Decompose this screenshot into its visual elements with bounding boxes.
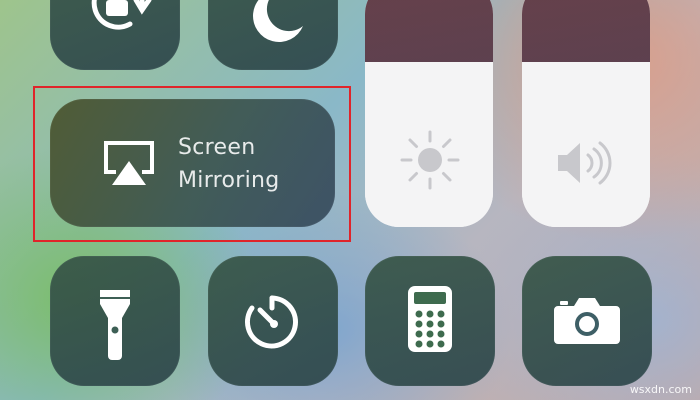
orientation-lock-icon bbox=[91, 0, 152, 30]
highlight-box bbox=[33, 86, 351, 242]
camera-icon bbox=[554, 298, 620, 344]
moon-icon bbox=[253, 0, 303, 42]
camera-button[interactable] bbox=[522, 256, 652, 386]
brightness-track-empty bbox=[365, 0, 493, 62]
sun-icon bbox=[400, 130, 460, 190]
flashlight-icon bbox=[100, 290, 130, 360]
do-not-disturb-toggle[interactable] bbox=[208, 0, 338, 70]
calculator-icon bbox=[408, 286, 452, 352]
volume-track-empty bbox=[522, 0, 650, 62]
timer-button[interactable] bbox=[208, 256, 338, 386]
volume-slider[interactable] bbox=[522, 0, 650, 227]
orientation-lock-toggle[interactable] bbox=[50, 0, 180, 70]
speaker-icon bbox=[558, 141, 612, 185]
flashlight-button[interactable] bbox=[50, 256, 180, 386]
calculator-button[interactable] bbox=[365, 256, 495, 386]
timer-icon bbox=[245, 295, 298, 349]
brightness-slider[interactable] bbox=[365, 0, 493, 227]
watermark: wsxdn.com bbox=[629, 383, 692, 396]
